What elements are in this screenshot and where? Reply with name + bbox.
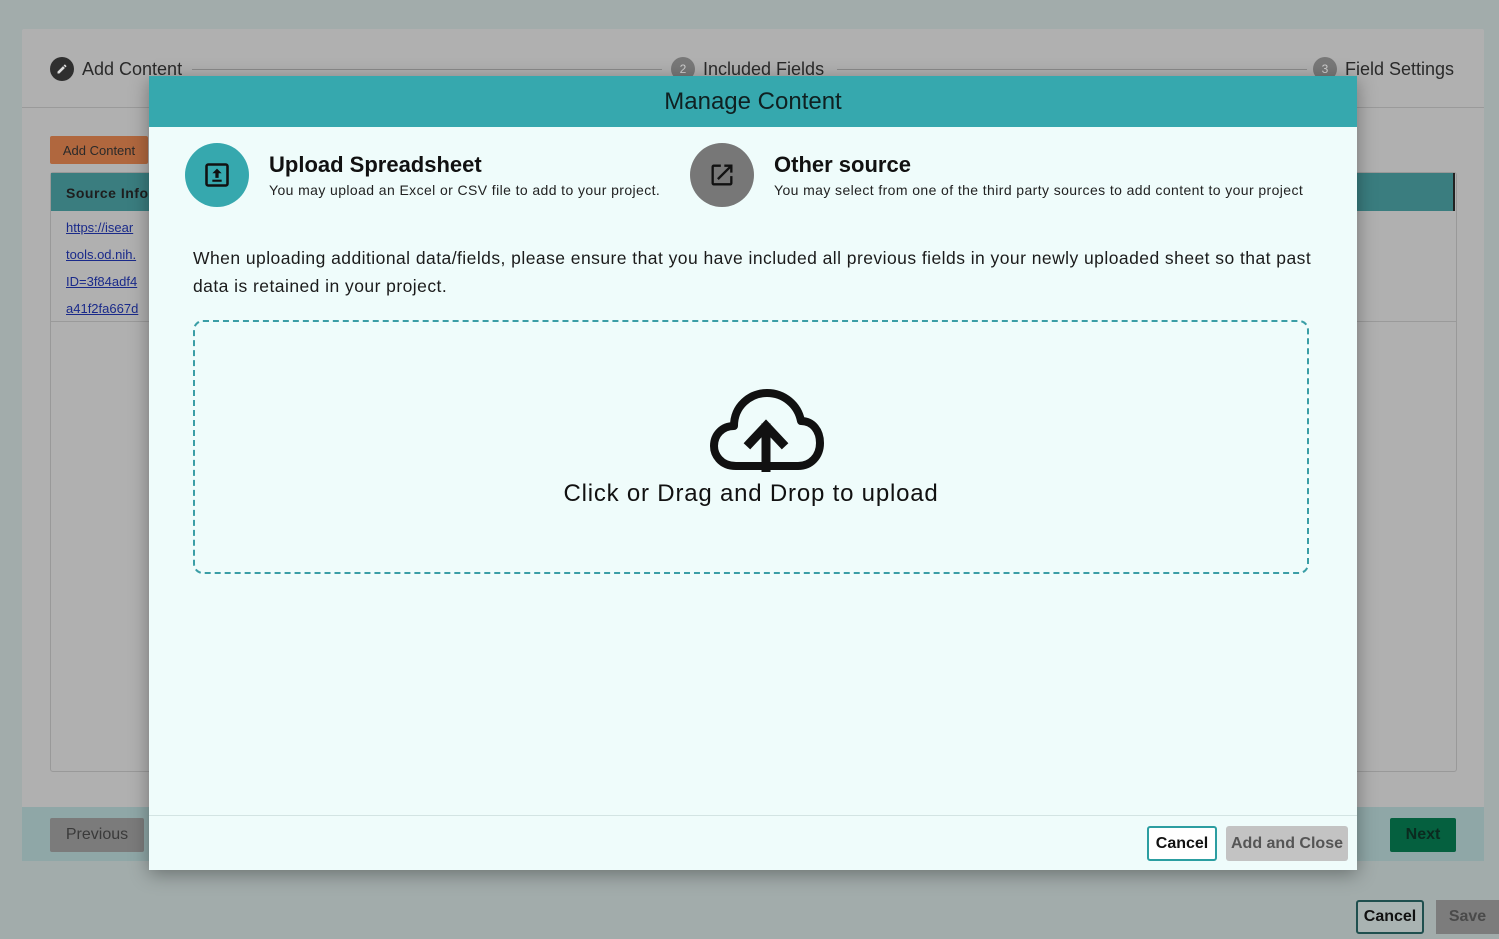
source-link[interactable]: a41f2fa667d <box>66 301 138 316</box>
upload-file-icon <box>185 143 249 207</box>
column-header-source-info: Source Info <box>66 185 149 201</box>
next-button[interactable]: Next <box>1390 818 1456 852</box>
option-upload-spreadsheet[interactable]: Upload Spreadsheet You may upload an Exc… <box>185 143 660 207</box>
pencil-icon <box>50 57 74 81</box>
add-content-button[interactable]: Add Content <box>50 136 148 164</box>
dropzone-label: Click or Drag and Drop to upload <box>563 480 939 507</box>
page-cancel-button[interactable]: Cancel <box>1356 900 1424 934</box>
previous-button[interactable]: Previous <box>50 818 144 852</box>
add-and-close-button[interactable]: Add and Close <box>1226 826 1348 861</box>
stepper-connector <box>837 69 1307 70</box>
stepper-connector <box>192 69 662 70</box>
source-link[interactable]: https://isear <box>66 220 133 235</box>
manage-content-modal: Manage Content Upload Spreadsheet You ma… <box>149 76 1357 870</box>
option-other-source[interactable]: Other source You may select from one of … <box>690 143 1303 207</box>
option-description: You may select from one of the third par… <box>774 182 1304 198</box>
cloud-upload-icon <box>710 389 824 472</box>
step-label: Field Settings <box>1345 58 1455 79</box>
option-title: Upload Spreadsheet <box>269 152 482 177</box>
modal-title: Manage Content <box>149 76 1357 127</box>
file-dropzone[interactable]: Click or Drag and Drop to upload <box>193 320 1309 574</box>
external-link-icon <box>690 143 754 207</box>
option-description: You may upload an Excel or CSV file to a… <box>269 182 661 198</box>
cancel-button[interactable]: Cancel <box>1147 826 1217 861</box>
upload-notice: When uploading additional data/fields, p… <box>193 248 1312 296</box>
source-link[interactable]: tools.od.nih. <box>66 247 136 262</box>
modal-footer: Cancel Add and Close <box>149 815 1357 871</box>
page-save-button[interactable]: Save <box>1436 900 1499 934</box>
option-title: Other source <box>774 152 911 177</box>
source-link[interactable]: ID=3f84adf4 <box>66 274 137 289</box>
